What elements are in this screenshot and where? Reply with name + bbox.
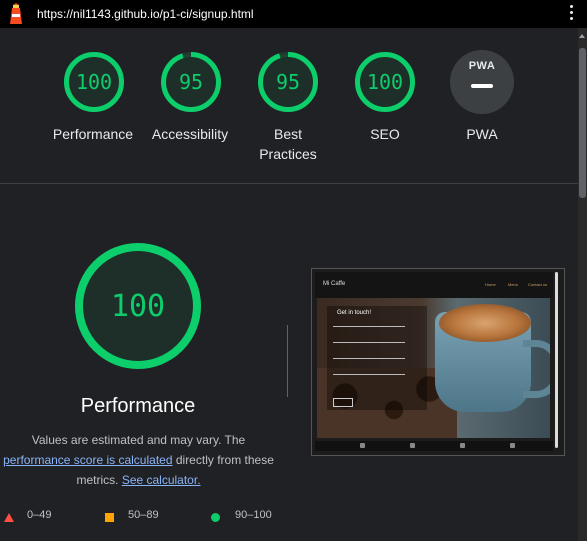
preview-footer <box>315 441 553 451</box>
pwa-dash <box>471 84 493 88</box>
section-divider <box>0 183 578 184</box>
performance-description: Values are estimated and may vary. The p… <box>0 430 277 490</box>
top-bar: https://nil1143.github.io/p1-ci/signup.h… <box>0 0 587 28</box>
preview-menu-item: Menu <box>508 282 519 287</box>
gauge-performance[interactable]: 100 <box>62 50 126 114</box>
label-line: Practices <box>259 146 317 162</box>
label-line: PWA <box>466 126 498 142</box>
desc-text: Values are estimated and may vary. The <box>31 433 246 447</box>
preview-hero-image: Get in touch! <box>317 298 550 438</box>
preview-menu-item: Contact us <box>528 282 548 287</box>
preview-field <box>333 358 405 359</box>
gauge-label-pwa[interactable]: PWA <box>427 124 537 144</box>
gauge-score: 100 <box>75 70 113 94</box>
more-options-icon[interactable] <box>568 5 574 23</box>
preview-field <box>333 342 405 343</box>
gauge-label-best-practices[interactable]: Best Practices <box>233 124 343 164</box>
legend-range-pass: 90–100 <box>235 509 272 521</box>
preview-social-icon <box>460 443 465 448</box>
gauge-seo[interactable]: 100 <box>353 50 417 114</box>
preview-social-icon <box>360 443 365 448</box>
gauge-best-practices[interactable]: 95 <box>256 50 320 114</box>
gauge-label-accessibility[interactable]: Accessibility <box>135 124 245 144</box>
pwa-badge-icon[interactable]: PWA <box>450 50 514 114</box>
legend-range-average: 50–89 <box>128 509 159 521</box>
preview-logo: Mi Caffe <box>323 281 346 287</box>
gauge-score: 100 <box>366 70 404 94</box>
gauge-score: 95 <box>178 70 204 94</box>
label-line: Accessibility <box>151 126 229 142</box>
fail-triangle-icon <box>4 513 14 522</box>
label-line: SEO <box>370 126 400 142</box>
preview-scrollbar <box>555 272 558 448</box>
gauge-accessibility[interactable]: 95 <box>159 50 223 114</box>
preview-navbar: Mi Caffe Home Menu Contact us <box>315 272 553 298</box>
performance-gauge-large: 100 <box>73 241 203 371</box>
preview-field <box>333 326 405 327</box>
scrollbar[interactable] <box>578 28 587 541</box>
preview-signup-form: Get in touch! <box>327 306 427 410</box>
cup-handle <box>523 340 550 398</box>
scroll-thumb[interactable] <box>579 48 586 198</box>
vertical-separator <box>287 325 288 397</box>
label-line: Performance <box>52 126 134 142</box>
average-square-icon <box>105 513 114 522</box>
performance-title: Performance <box>80 395 196 417</box>
score-calculated-link[interactable]: performance score is calculated <box>3 453 172 467</box>
page-url[interactable]: https://nil1143.github.io/p1-ci/signup.h… <box>37 7 254 21</box>
gauge-score: 95 <box>275 70 301 94</box>
preview-form-title: Get in touch! <box>337 310 372 316</box>
preview-submit-button <box>333 398 353 407</box>
preview-social-icon <box>510 443 515 448</box>
legend-range-fail: 0–49 <box>27 509 52 521</box>
see-calculator-link[interactable]: See calculator. <box>122 473 201 487</box>
pass-circle-icon <box>211 513 220 522</box>
gauge-label-performance[interactable]: Performance <box>38 124 148 144</box>
gauge-label-seo[interactable]: SEO <box>330 124 440 144</box>
label-line: Best <box>273 126 302 142</box>
page-screenshot-thumbnail[interactable]: Mi Caffe Home Menu Contact us Get in tou… <box>311 268 565 456</box>
preview-menu-item: Home <box>485 282 496 287</box>
lighthouse-icon <box>10 3 22 24</box>
coffee-foam <box>439 304 531 342</box>
preview-field <box>333 374 405 375</box>
scroll-up-arrow-icon[interactable] <box>579 34 585 38</box>
preview-social-icon <box>410 443 415 448</box>
performance-score: 100 <box>110 288 166 324</box>
pwa-badge-text: PWA <box>468 60 496 72</box>
